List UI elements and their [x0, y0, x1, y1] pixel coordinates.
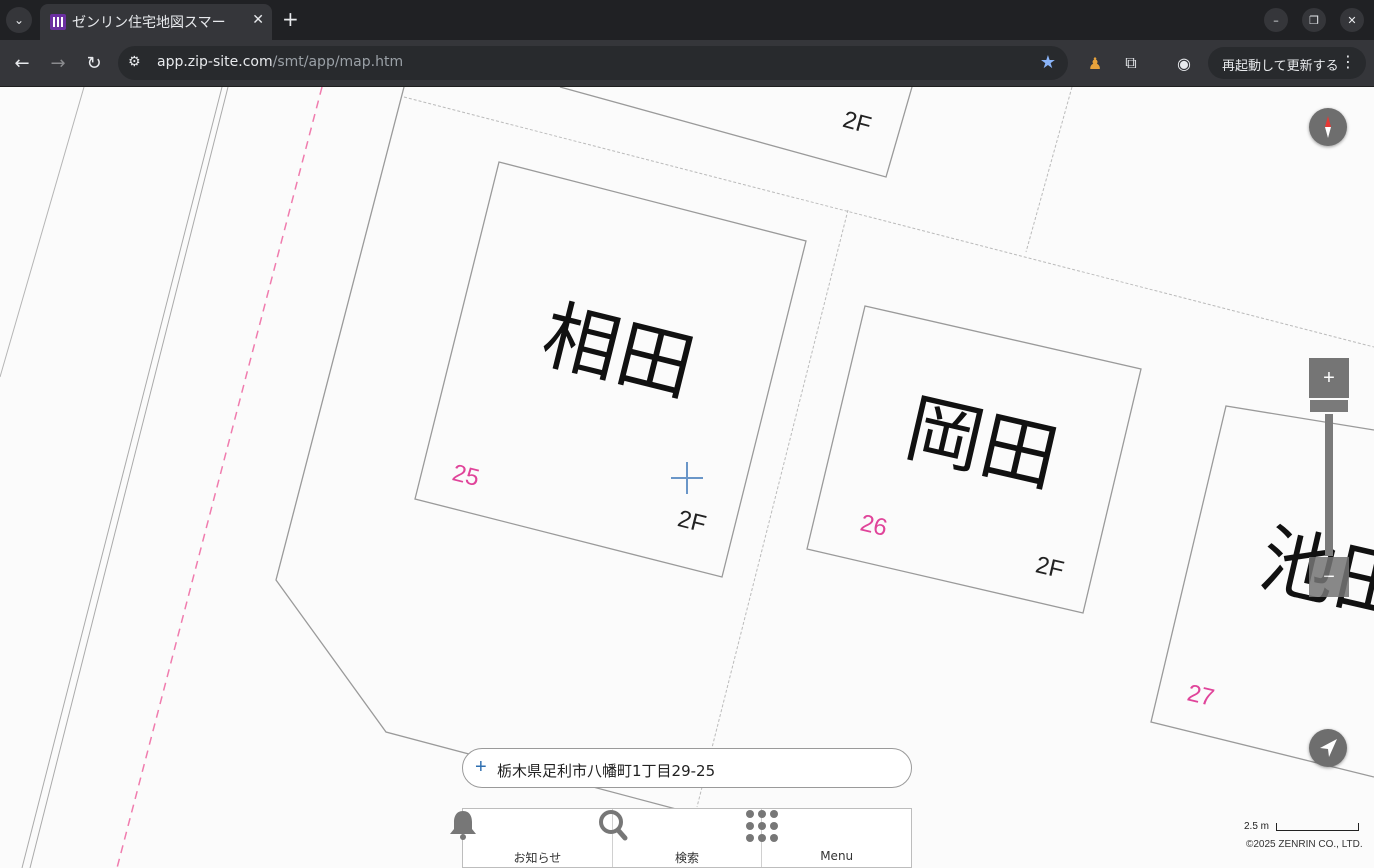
building-floors-label: 2F — [1033, 551, 1066, 584]
search-button[interactable]: 検索 — [598, 809, 763, 867]
zoom-slider-track[interactable] — [1325, 414, 1333, 556]
location-arrow-icon — [1320, 739, 1337, 757]
parcel-outline — [275, 87, 677, 810]
lot-divider-line — [1025, 87, 1073, 253]
address-bar[interactable]: ⚙ app.zip-site.com/smt/app/map.htm ★ — [118, 46, 1068, 80]
tab-title: ゼンリン住宅地図スマー — [72, 15, 226, 31]
browser-tab-bar: ⌄ ゼンリン住宅地図スマー ✕ + – ❐ ✕ — [0, 0, 1374, 40]
road-edge-line — [0, 87, 85, 378]
lot-number-label: 25 — [450, 459, 482, 492]
url-text[interactable]: app.zip-site.com/smt/app/map.htm — [157, 54, 403, 70]
bottom-menu: お知らせ 検索 Menu — [450, 808, 912, 868]
building-name-label: 岡田 — [898, 383, 1066, 504]
minimize-window-icon[interactable]: – — [1264, 8, 1288, 32]
road-edge-line — [29, 87, 229, 868]
profile-avatar-icon[interactable]: ◉ — [1173, 52, 1195, 74]
bookmark-star-icon[interactable]: ★ — [1040, 52, 1056, 73]
lot-number-label: 26 — [858, 510, 890, 542]
zoom-out-button[interactable]: − — [1309, 557, 1349, 597]
tab-close-icon[interactable]: ✕ — [252, 12, 264, 28]
road-edge-line — [21, 87, 223, 868]
scale-label: 2.5 m — [1244, 821, 1270, 832]
bell-icon — [450, 811, 476, 840]
reload-icon[interactable]: ↻ — [82, 51, 106, 75]
address-display-bar[interactable]: + 栃木県足利市八幡町1丁目29-25 — [462, 748, 912, 788]
compass-needle-icon — [1325, 116, 1331, 138]
zoom-in-button[interactable]: + — [1309, 358, 1349, 398]
more-menu-icon[interactable]: ⋮ — [1340, 52, 1356, 71]
boundary-dashed-line — [116, 87, 323, 868]
scale-bar — [1276, 823, 1359, 831]
browser-toolbar: ← → ↻ ⚙ app.zip-site.com/smt/app/map.htm… — [0, 40, 1374, 87]
close-window-icon[interactable]: ✕ — [1340, 8, 1364, 32]
extension-agent-icon[interactable]: ♟ — [1084, 52, 1106, 74]
compass-button[interactable] — [1309, 108, 1347, 146]
notifications-button[interactable]: お知らせ — [450, 809, 613, 867]
back-arrow-icon[interactable]: ← — [10, 51, 34, 75]
building-floors-label: 2F — [675, 505, 709, 538]
map-canvas[interactable]: 2F 相田 25 2F 岡田 26 2F 池田 27 + − + 栃木県足利市八… — [0, 87, 1374, 868]
search-icon — [598, 810, 628, 841]
site-info-tune-icon[interactable]: ⚙ — [128, 54, 141, 70]
grid-menu-icon — [746, 810, 779, 842]
restore-window-icon[interactable]: ❐ — [1302, 8, 1326, 32]
building-floors-label: 2F — [840, 106, 874, 139]
crosshair-plus-icon: + — [475, 756, 487, 778]
site-favicon-icon — [50, 14, 66, 30]
current-location-button[interactable] — [1309, 729, 1347, 767]
menu-button[interactable]: Menu — [746, 809, 911, 867]
extensions-puzzle-icon[interactable]: ⧉ — [1120, 52, 1142, 74]
forward-arrow-icon[interactable]: → — [46, 51, 70, 75]
new-tab-plus-icon[interactable]: + — [282, 8, 299, 30]
relaunch-update-button[interactable]: 再起動して更新する ⋮ — [1208, 47, 1366, 79]
current-address-text: 栃木県足利市八幡町1丁目29-25 — [497, 762, 716, 780]
copyright-text: ©2025 ZENRIN CO., LTD. — [1246, 839, 1363, 850]
tab-search-chevron-icon[interactable]: ⌄ — [6, 7, 32, 33]
zoom-slider-thumb[interactable] — [1310, 400, 1348, 412]
browser-tab[interactable]: ゼンリン住宅地図スマー ✕ — [40, 4, 272, 40]
building-name-label: 相田 — [534, 290, 703, 413]
lot-number-label: 27 — [1185, 680, 1217, 712]
lot-divider-line — [696, 209, 849, 808]
